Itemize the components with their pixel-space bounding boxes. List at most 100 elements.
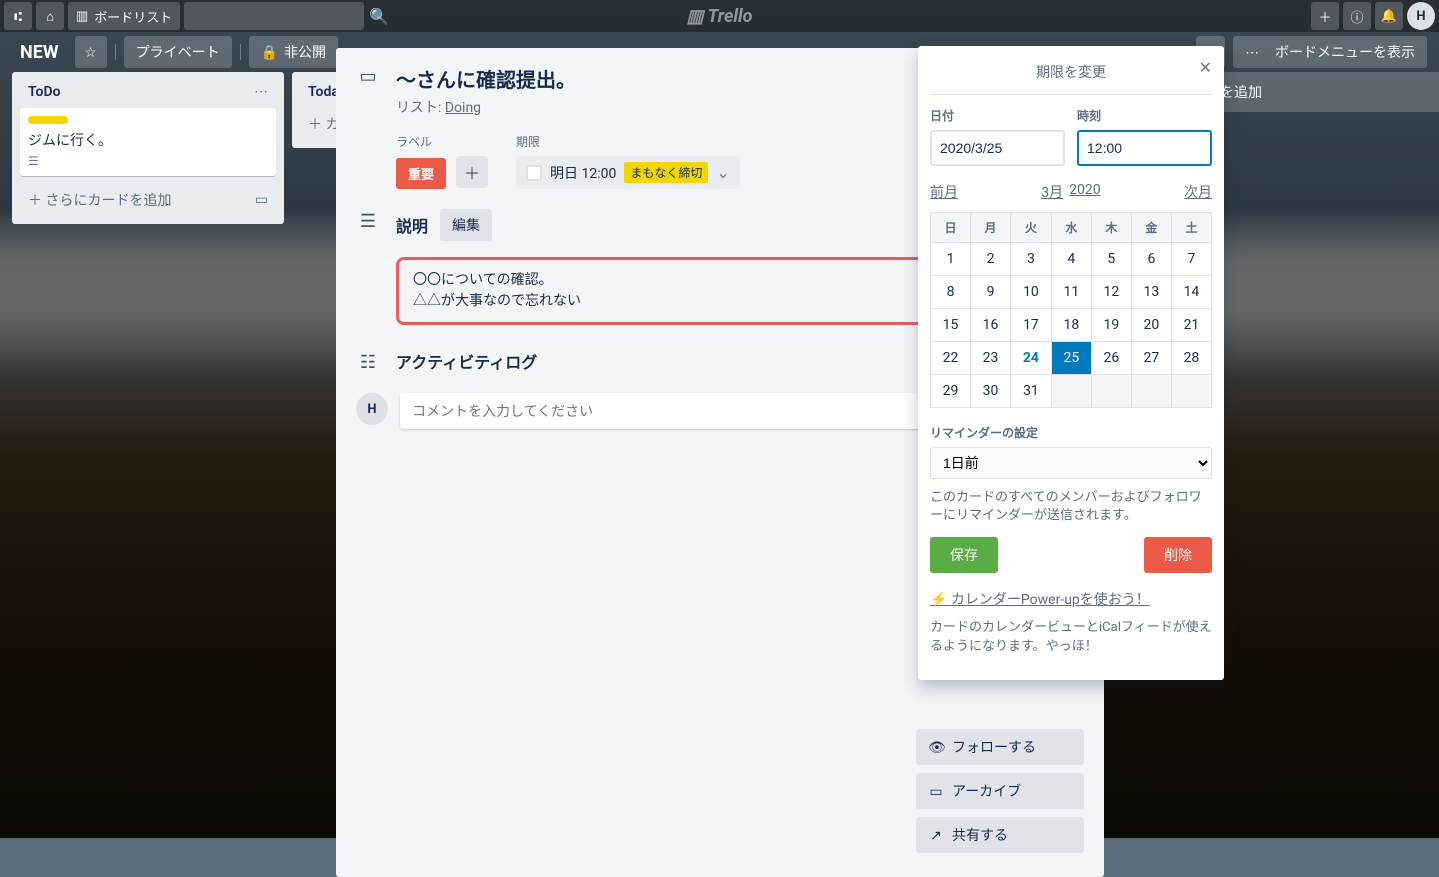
search-input[interactable]	[192, 9, 369, 24]
calendar-day[interactable]: 2	[971, 243, 1011, 276]
chevron-down-icon: ⌄	[716, 163, 729, 182]
calendar-day[interactable]: 25	[1051, 342, 1091, 375]
archive-button[interactable]: ▭アーカイブ	[916, 773, 1084, 809]
activity-heading: アクティビティログ	[396, 349, 537, 373]
calendar-day[interactable]: 24	[1011, 342, 1052, 375]
calendar-day	[1131, 375, 1171, 408]
close-icon[interactable]: ✕	[1199, 58, 1212, 77]
star-icon[interactable]: ☆	[75, 36, 107, 68]
month-select[interactable]: 3月	[1041, 182, 1063, 202]
calendar-day[interactable]: 17	[1011, 309, 1052, 342]
calendar-dow: 月	[971, 213, 1011, 243]
description-heading: 説明	[396, 213, 428, 237]
time-label: 時刻	[1077, 107, 1212, 124]
boards-button[interactable]: ▥ボードリスト	[68, 2, 180, 30]
calendar-day[interactable]: 3	[1011, 243, 1052, 276]
comment-avatar: H	[356, 393, 388, 425]
calendar-day[interactable]: 1	[931, 243, 971, 276]
calendar-day[interactable]: 31	[1011, 375, 1052, 408]
calendar-day[interactable]: 13	[1131, 276, 1171, 309]
apps-icon[interactable]: ⑆	[4, 2, 32, 30]
lock-icon: 🔒	[261, 44, 278, 61]
list-title[interactable]: Toda	[308, 84, 339, 100]
add-card-button[interactable]: ＋ さらにカードを追加 ▭	[20, 184, 276, 216]
calendar-dow: 金	[1131, 213, 1171, 243]
calendar-day[interactable]: 26	[1091, 342, 1131, 375]
calendar-day[interactable]: 9	[971, 276, 1011, 309]
delete-button[interactable]: 削除	[1144, 537, 1212, 573]
list-title[interactable]: ToDo	[28, 84, 61, 100]
board-name[interactable]: NEW	[12, 42, 67, 63]
list-todo: ToDo ⋯ ジムに行く。 ☰ ＋ さらにカードを追加 ▭	[12, 72, 284, 224]
reminder-select[interactable]: 1日前	[930, 447, 1212, 479]
calendar-day[interactable]: 14	[1171, 276, 1211, 309]
calendar-day[interactable]: 16	[971, 309, 1011, 342]
template-icon[interactable]: ▭	[255, 192, 268, 208]
add-card-button[interactable]: ＋ カ	[300, 108, 339, 140]
calendar-dow: 日	[931, 213, 971, 243]
year-select[interactable]: 2020	[1069, 182, 1100, 202]
calendar-day[interactable]: 11	[1051, 276, 1091, 309]
edit-description-button[interactable]: 編集	[440, 209, 492, 241]
save-button[interactable]: 保存	[930, 537, 998, 573]
calendar-day[interactable]: 18	[1051, 309, 1091, 342]
calendar-day[interactable]: 22	[931, 342, 971, 375]
team-button[interactable]: プライベート	[124, 36, 232, 68]
add-icon[interactable]: ＋	[1311, 2, 1339, 30]
card[interactable]: ジムに行く。 ☰	[20, 108, 276, 176]
description-icon: ☰	[356, 211, 380, 232]
calendar-dow: 水	[1051, 213, 1091, 243]
search-box[interactable]: 🔍	[184, 2, 364, 30]
home-icon[interactable]: ⌂	[36, 2, 64, 30]
calendar-day[interactable]: 8	[931, 276, 971, 309]
eye-icon: 👁	[928, 739, 944, 756]
board-icon: ▥	[76, 8, 88, 24]
calendar-day[interactable]: 29	[931, 375, 971, 408]
popover-title: 期限を変更	[1036, 65, 1106, 81]
calendar-day[interactable]: 27	[1131, 342, 1171, 375]
list-menu-icon[interactable]: ⋯	[254, 84, 268, 100]
calendar-day[interactable]: 30	[971, 375, 1011, 408]
next-month-button[interactable]: 次月	[1184, 182, 1212, 202]
calendar-day[interactable]: 12	[1091, 276, 1131, 309]
card-label-yellow	[28, 116, 68, 124]
calendar-day[interactable]: 6	[1131, 243, 1171, 276]
share-icon: ↗	[928, 827, 944, 844]
calendar-day	[1051, 375, 1091, 408]
share-button[interactable]: ↗共有する	[916, 817, 1084, 853]
date-input[interactable]	[930, 130, 1065, 166]
bell-icon[interactable]: 🔔	[1375, 2, 1403, 30]
calendar-day[interactable]: 20	[1131, 309, 1171, 342]
calendar-day[interactable]: 15	[931, 309, 971, 342]
prev-month-button[interactable]: 前月	[930, 182, 958, 202]
powerup-note: カードのカレンダービューとiCalフィードが使えるようになります。やっほ！	[930, 619, 1212, 655]
calendar-dow: 木	[1091, 213, 1131, 243]
visibility-button[interactable]: 🔒非公開	[249, 36, 338, 68]
add-label-button[interactable]: ＋	[456, 156, 488, 188]
board-menu-button[interactable]: ⋯ ボードメニューを表示	[1233, 36, 1427, 68]
card-sidebar-actions: 👁フォローする ▭アーカイブ ↗共有する	[916, 729, 1084, 853]
calendar-day[interactable]: 7	[1171, 243, 1211, 276]
calendar-powerup-link[interactable]: カレンダーPower-upを使おう！	[930, 589, 1212, 609]
calendar-day[interactable]: 21	[1171, 309, 1211, 342]
calendar-day[interactable]: 23	[971, 342, 1011, 375]
due-date-text: 明日 12:00	[550, 163, 616, 183]
calendar-day[interactable]: 28	[1171, 342, 1211, 375]
calendar-dow: 土	[1171, 213, 1211, 243]
calendar-day[interactable]: 19	[1091, 309, 1131, 342]
due-checkbox[interactable]	[526, 165, 542, 181]
time-input[interactable]	[1077, 130, 1212, 166]
reminder-label: リマインダーの設定	[930, 424, 1212, 441]
label-red[interactable]: 重要	[396, 158, 446, 189]
card-list-link[interactable]: Doing	[445, 100, 481, 116]
user-avatar[interactable]: H	[1407, 2, 1435, 30]
info-icon[interactable]: ⓘ	[1343, 2, 1371, 30]
card-title: ジムに行く。	[28, 130, 268, 150]
date-label: 日付	[930, 107, 1065, 124]
due-heading: 期限	[516, 133, 740, 150]
calendar-day[interactable]: 5	[1091, 243, 1131, 276]
follow-button[interactable]: 👁フォローする	[916, 729, 1084, 765]
calendar-day[interactable]: 10	[1011, 276, 1052, 309]
due-date-button[interactable]: 明日 12:00 まもなく締切 ⌄	[516, 156, 740, 189]
calendar-day[interactable]: 4	[1051, 243, 1091, 276]
